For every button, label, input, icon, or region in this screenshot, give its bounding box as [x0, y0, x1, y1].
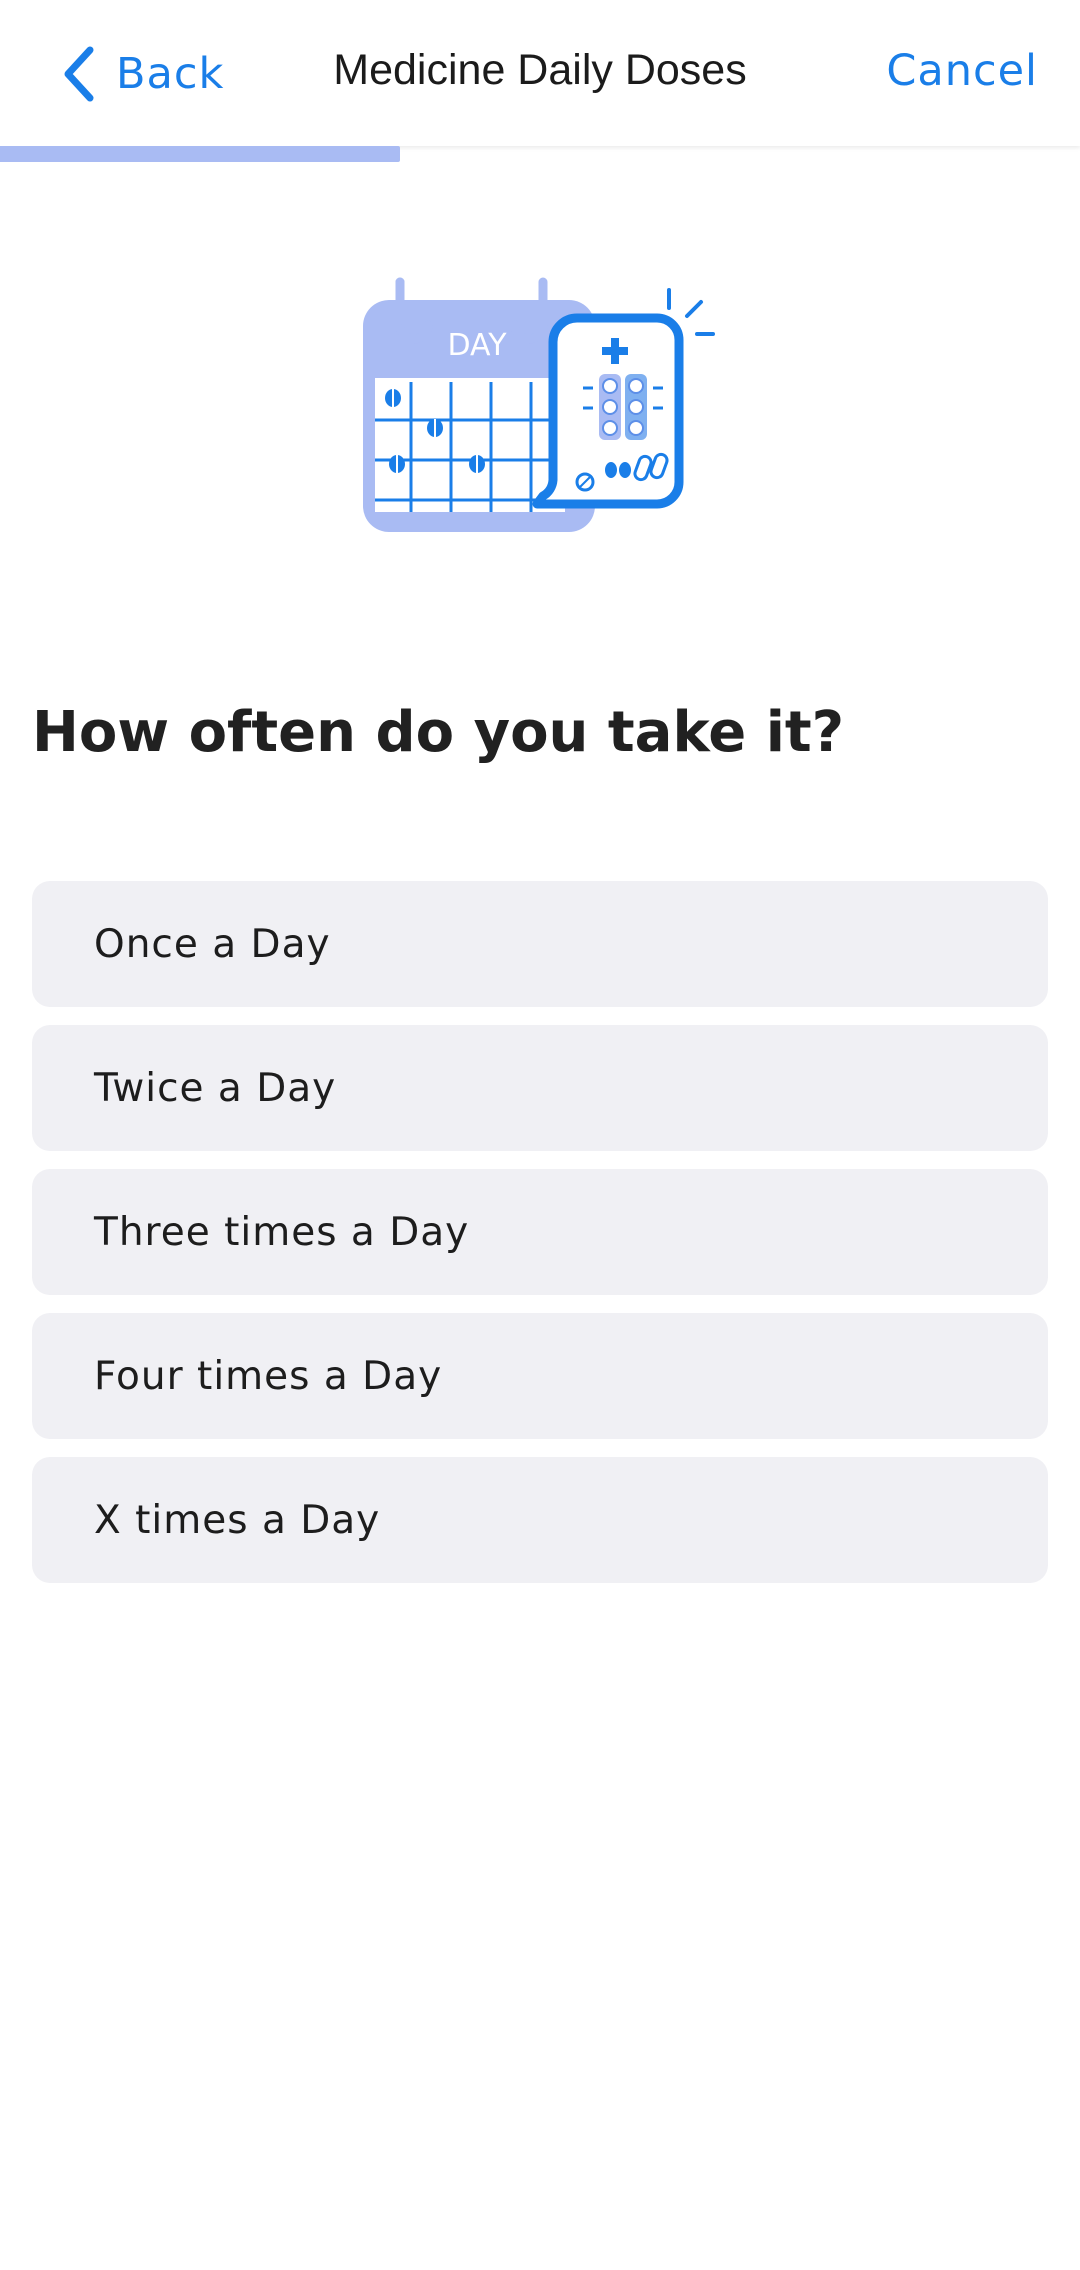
question-heading: How often do you take it? — [32, 700, 845, 765]
calendar-day-label: DAY — [447, 328, 507, 363]
option-label: Three times a Day — [94, 1209, 470, 1255]
progress-bar-fill — [0, 146, 400, 162]
calendar-medicine-icon: DAY — [355, 270, 725, 540]
progress-bar — [0, 146, 1080, 162]
option-label: Once a Day — [94, 921, 331, 967]
option-twice-a-day[interactable]: Twice a Day — [32, 1025, 1048, 1151]
option-four-times-a-day[interactable]: Four times a Day — [32, 1313, 1048, 1439]
option-once-a-day[interactable]: Once a Day — [32, 881, 1048, 1007]
option-label: X times a Day — [94, 1497, 381, 1543]
frequency-options-list: Once a Day Twice a Day Three times a Day… — [32, 881, 1048, 1601]
cancel-button[interactable]: Cancel — [886, 46, 1038, 96]
option-x-times-a-day[interactable]: X times a Day — [32, 1457, 1048, 1583]
top-app-bar: Back Medicine Daily Doses Cancel — [0, 0, 1080, 146]
option-label: Four times a Day — [94, 1353, 443, 1399]
option-label: Twice a Day — [94, 1065, 337, 1111]
option-three-times-a-day[interactable]: Three times a Day — [32, 1169, 1048, 1295]
